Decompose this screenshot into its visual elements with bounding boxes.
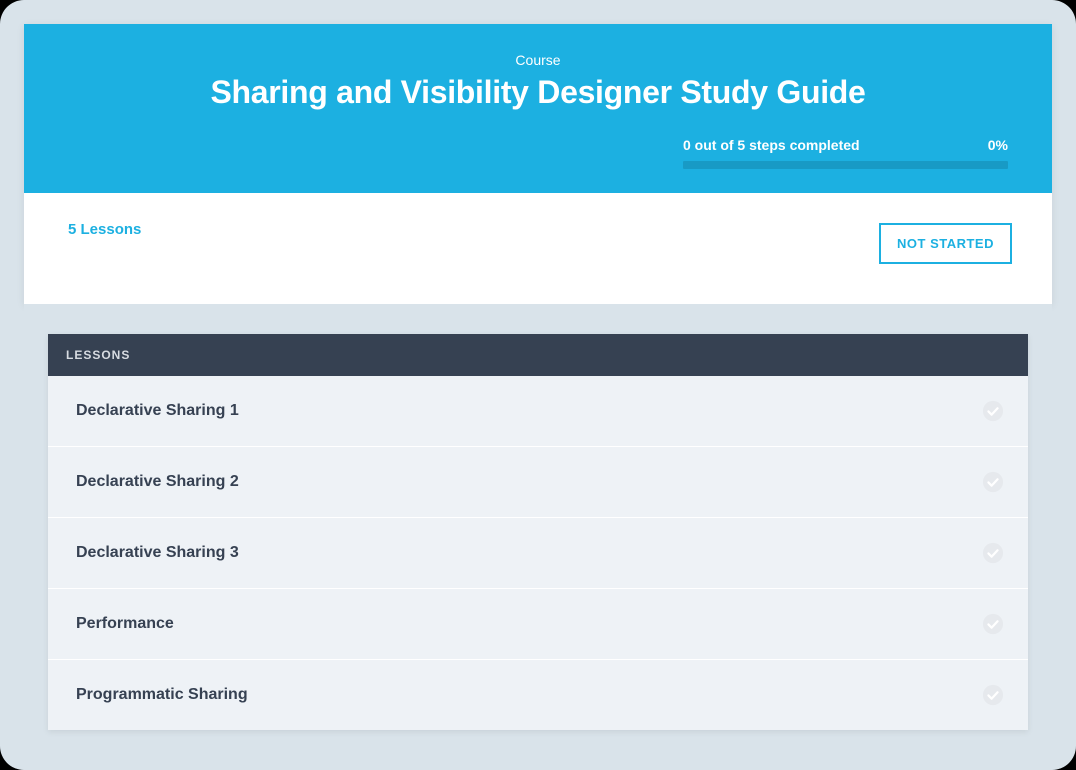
check-circle-icon <box>982 613 1004 635</box>
lesson-item[interactable]: Performance <box>48 589 1028 660</box>
check-circle-icon <box>982 400 1004 422</box>
progress-percent: 0% <box>988 137 1008 153</box>
lesson-title: Declarative Sharing 2 <box>76 473 239 491</box>
lesson-title: Declarative Sharing 1 <box>76 402 239 420</box>
lesson-item[interactable]: Declarative Sharing 2 <box>48 447 1028 518</box>
page-container: Course Sharing and Visibility Designer S… <box>0 0 1076 770</box>
check-circle-icon <box>982 684 1004 706</box>
course-title: Sharing and Visibility Designer Study Gu… <box>64 74 1012 111</box>
course-header: Course Sharing and Visibility Designer S… <box>24 24 1052 193</box>
lessons-table: LESSONS Declarative Sharing 1 Declarativ… <box>48 334 1028 730</box>
lesson-item[interactable]: Programmatic Sharing <box>48 660 1028 730</box>
lessons-count: 5 Lessons <box>68 221 141 238</box>
progress-text: 0 out of 5 steps completed <box>683 137 860 153</box>
check-circle-icon <box>982 471 1004 493</box>
course-card: Course Sharing and Visibility Designer S… <box>24 24 1052 304</box>
progress-row: 0 out of 5 steps completed 0% <box>64 137 1012 169</box>
course-kicker: Course <box>64 52 1012 68</box>
lesson-item[interactable]: Declarative Sharing 3 <box>48 518 1028 589</box>
lesson-item[interactable]: Declarative Sharing 1 <box>48 376 1028 447</box>
check-circle-icon <box>982 542 1004 564</box>
lesson-title: Programmatic Sharing <box>76 686 248 704</box>
lesson-title: Declarative Sharing 3 <box>76 544 239 562</box>
info-row: 5 Lessons NOT STARTED <box>24 193 1052 304</box>
lessons-header: LESSONS <box>48 334 1028 376</box>
progress-block: 0 out of 5 steps completed 0% <box>683 137 1008 169</box>
progress-bar <box>683 161 1008 169</box>
progress-text-row: 0 out of 5 steps completed 0% <box>683 137 1008 153</box>
lessons-section: LESSONS Declarative Sharing 1 Declarativ… <box>24 304 1052 730</box>
lesson-title: Performance <box>76 615 174 633</box>
status-badge: NOT STARTED <box>879 223 1012 264</box>
